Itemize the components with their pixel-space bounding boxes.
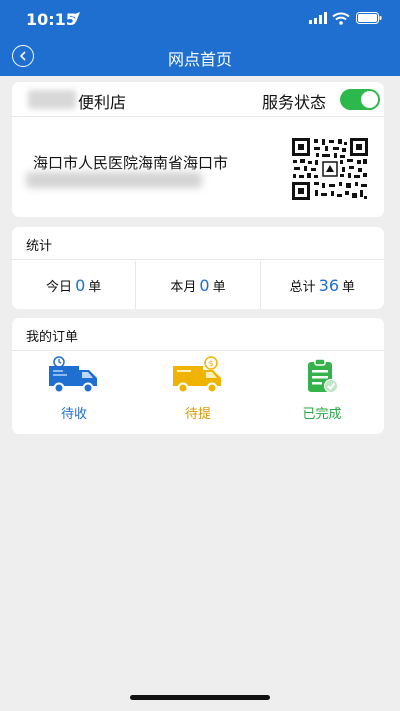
store-address: 海口市人民医院海南省海口市 xyxy=(33,154,229,172)
toggle-knob xyxy=(361,91,378,108)
stat-month-value: 0 xyxy=(199,275,210,295)
stat-total[interactable]: 总计 36 单 xyxy=(259,261,384,309)
cellular-signal-icon xyxy=(309,12,327,24)
stats-header: 统计 xyxy=(12,227,384,260)
orders-card: 我的订单 待收 $ 待提 已完成 xyxy=(12,318,384,434)
truck-orange-icon: $ xyxy=(173,356,221,394)
home-indicator xyxy=(130,695,270,700)
qr-code-icon[interactable] xyxy=(292,138,368,200)
service-status-label: 服务状态 xyxy=(262,93,327,112)
stat-today-value: 0 xyxy=(75,275,86,295)
store-header: 便利店 服务状态 xyxy=(12,82,384,117)
page-title: 网点首页 xyxy=(167,50,232,69)
address-detail-redacted xyxy=(26,172,202,188)
stat-today-unit: 单 xyxy=(88,279,102,295)
stats-row: 今日 0 单 本月 0 单 总计 36 单 xyxy=(12,261,384,309)
orders-header: 我的订单 xyxy=(12,318,384,351)
stat-month[interactable]: 本月 0 单 xyxy=(135,261,259,309)
stat-total-value: 36 xyxy=(318,275,339,295)
stat-today-label: 今日 xyxy=(46,279,73,295)
order-pending-receive-label: 待收 xyxy=(60,407,87,422)
status-bar: 10:15 xyxy=(0,0,400,36)
battery-icon xyxy=(356,12,382,24)
stat-month-unit: 单 xyxy=(212,279,226,295)
nav-bar: 网点首页 xyxy=(0,36,400,76)
stats-card: 统计 今日 0 单 本月 0 单 总计 36 单 xyxy=(12,227,384,309)
orders-title: 我的订单 xyxy=(26,330,79,345)
store-name-redacted xyxy=(28,90,76,109)
store-name: 便利店 xyxy=(78,93,127,112)
stat-total-unit: 单 xyxy=(342,279,356,295)
location-arrow-icon xyxy=(70,12,80,22)
stat-total-label: 总计 xyxy=(289,279,316,295)
order-completed-label: 已完成 xyxy=(302,407,342,422)
clipboard-check-icon xyxy=(308,358,338,393)
truck-blue-icon xyxy=(49,356,97,394)
order-completed[interactable]: 已完成 xyxy=(260,350,384,434)
order-pending-pickup-label: 待提 xyxy=(184,407,211,422)
store-card: 便利店 服务状态 海口市人民医院海南省海口市 xyxy=(12,82,384,217)
order-pending-pickup[interactable]: $ 待提 xyxy=(136,350,260,434)
stat-month-label: 本月 xyxy=(170,279,197,295)
svg-text:$: $ xyxy=(208,359,213,368)
stat-today[interactable]: 今日 0 单 xyxy=(12,261,135,309)
service-status-toggle[interactable] xyxy=(340,89,380,110)
order-pending-receive[interactable]: 待收 xyxy=(12,350,136,434)
stats-title: 统计 xyxy=(26,239,53,254)
wifi-icon xyxy=(332,12,350,25)
orders-row: 待收 $ 待提 已完成 xyxy=(12,350,384,434)
